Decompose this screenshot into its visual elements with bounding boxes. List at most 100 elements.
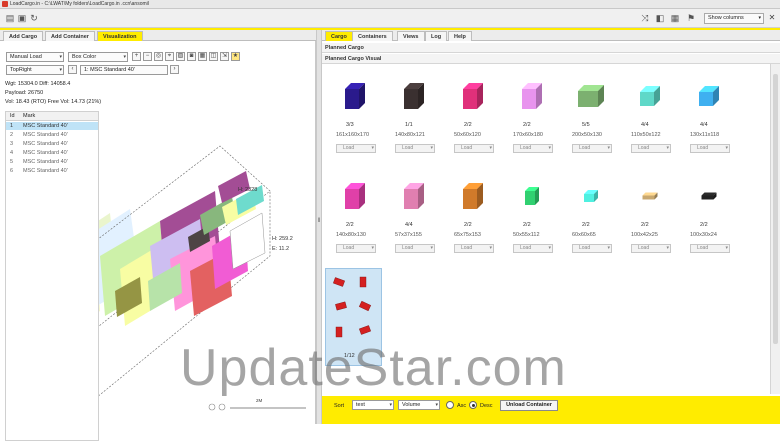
zoom-fit-icon[interactable]: ◎ <box>154 52 163 61</box>
asc-radio[interactable] <box>446 401 454 409</box>
cargo-box-yellow-top <box>222 191 256 225</box>
cargo-box-icon <box>404 83 424 109</box>
tab-views[interactable]: Views <box>397 31 425 41</box>
cargo-card[interactable]: 5/5 200x50x130 Load ▾ <box>562 74 620 174</box>
table-row[interactable]: 5 MSC Standard 40' <box>6 158 98 166</box>
chevron-down-icon: ▾ <box>725 245 728 251</box>
cargo-card[interactable]: 2/2 170x60x180 Load ▾ <box>503 74 561 174</box>
cargo-load-button[interactable]: Load ▾ <box>454 244 494 253</box>
grid-icon[interactable]: ▦ <box>198 52 207 61</box>
tab-log[interactable]: Log <box>425 31 448 41</box>
cargo-scrollbar[interactable] <box>770 64 780 394</box>
cargo-card[interactable]: 4/4 110x50x122 Load ▾ <box>621 74 679 174</box>
camera-icon[interactable]: ◙ <box>187 52 196 61</box>
tab-visualization[interactable]: Visualization <box>97 31 143 41</box>
cargo-count: 2/2 <box>464 222 472 228</box>
shuffle-icon[interactable]: ⤨ <box>640 13 650 23</box>
cargo-box-icon <box>522 83 542 109</box>
cargo-card[interactable]: 2/2 65x75x153 Load ▾ <box>444 174 502 274</box>
grid-header-id: Id <box>10 113 15 119</box>
tab-containers[interactable]: Containers <box>352 31 393 41</box>
chevron-down-icon: ▾ <box>123 54 126 60</box>
photo-icon[interactable]: ▨ <box>176 52 185 61</box>
cargo-count: 4/4 <box>641 122 649 128</box>
cargo-load-button[interactable]: Load ▾ <box>572 144 612 153</box>
tab-cargo[interactable]: Cargo <box>325 31 353 41</box>
cargo-card[interactable]: 2/2 50x60x120 Load ▾ <box>444 74 502 174</box>
tab-add-container[interactable]: Add Container <box>45 31 95 41</box>
show-columns-dropdown[interactable]: Show columns ▾ <box>704 13 764 24</box>
load-label: Load <box>697 145 709 151</box>
open-folder-icon[interactable]: ▤ <box>5 13 15 23</box>
container-label: 1: MSC Standard 40' <box>84 67 135 73</box>
load-label: Load <box>402 245 414 251</box>
cargo-load-button[interactable]: Load ▾ <box>572 244 612 253</box>
cargo-load-button[interactable]: Load ▾ <box>336 144 376 153</box>
previous-container-icon[interactable]: ‹ <box>68 65 77 74</box>
cargo-load-button[interactable]: Load ▾ <box>513 244 553 253</box>
load-label: Load <box>461 245 473 251</box>
window-close-icon[interactable]: ✕ <box>767 13 777 23</box>
cargo-card[interactable]: 4/4 130x11x118 Load ▾ <box>680 74 738 174</box>
table-row[interactable]: 6 MSC Standard 40' <box>6 167 98 175</box>
cargo-card[interactable]: 1/1 140x80x121 Load ▾ <box>385 74 443 174</box>
box-color-select[interactable]: Box Color ▾ <box>68 52 128 62</box>
viz-slider-knob[interactable] <box>218 403 226 411</box>
pin-icon[interactable]: ⌖ <box>165 52 174 61</box>
cargo-card[interactable]: 2/2 100x30x24 Load ▾ <box>680 174 738 274</box>
desc-radio[interactable] <box>469 401 477 409</box>
cargo-load-button[interactable]: Load ▾ <box>631 144 671 153</box>
cargo-load-button[interactable]: Load ▾ <box>631 244 671 253</box>
load-label: Load <box>638 145 650 151</box>
chevron-down-icon: ▾ <box>607 245 610 251</box>
cargo-card[interactable]: 2/2 140x80x130 Load ▾ <box>326 174 384 274</box>
next-container-icon[interactable]: › <box>170 65 179 74</box>
package-icon[interactable]: ▦ <box>670 13 680 23</box>
flag-icon[interactable]: ⚑ <box>686 13 696 23</box>
cargo-load-button[interactable]: Load ▾ <box>690 244 730 253</box>
tab-help[interactable]: Help <box>448 31 472 41</box>
cargo-box-yellow <box>120 239 175 326</box>
viz-slider-knob[interactable] <box>208 403 216 411</box>
table-row[interactable]: 3 MSC Standard 40' <box>6 140 98 148</box>
chevron-down-icon: ▾ <box>548 245 551 251</box>
cargo-card[interactable]: 2/2 60x60x65 Load ▾ <box>562 174 620 274</box>
manual-load-select[interactable]: Manual Load ▾ <box>6 52 64 62</box>
zoom-in-icon[interactable]: + <box>132 52 141 61</box>
view-select[interactable]: TopRight ▾ <box>6 65 64 75</box>
row-id: 3 <box>10 141 14 147</box>
cargo-load-button[interactable]: Load ▾ <box>336 244 376 253</box>
sort-measure-select[interactable]: Volume ▾ <box>398 400 440 410</box>
cargo-load-button[interactable]: Load ▾ <box>395 244 435 253</box>
container-select[interactable]: 1: MSC Standard 40' <box>80 65 168 75</box>
cargo-card[interactable]: 2/2 50x55x112 Load ▾ <box>503 174 561 274</box>
tab-add-cargo[interactable]: Add Cargo <box>3 31 44 41</box>
red-cargo-piece <box>359 276 367 288</box>
cargo-card[interactable]: 3/3 161x160x170 Load ▾ <box>326 74 384 174</box>
export-icon[interactable]: ⇲ <box>220 52 229 61</box>
save-icon[interactable]: ▣ <box>17 13 27 23</box>
truck-icon[interactable]: ◧ <box>655 13 665 23</box>
cargo-load-button[interactable]: Load ▾ <box>690 144 730 153</box>
zoom-out-icon[interactable]: − <box>143 52 152 61</box>
sort-field-select[interactable]: text ▾ <box>352 400 394 410</box>
split-icon[interactable]: ◫ <box>209 52 218 61</box>
table-row[interactable]: 4 MSC Standard 40' <box>6 149 98 157</box>
refresh-icon[interactable]: ↻ <box>29 13 39 23</box>
cargo-card[interactable]: 2/2 100x42x25 Load ▾ <box>621 174 679 274</box>
red-cargo-piece <box>335 326 343 338</box>
scrollbar-thumb[interactable] <box>773 74 778 344</box>
table-row[interactable]: 2 MSC Standard 40' <box>6 131 98 139</box>
cargo-load-button[interactable]: Load ▾ <box>513 144 553 153</box>
window-titlebar: LoadCargo.in - C:\LWAT\My folders\LoadCa… <box>0 0 780 9</box>
cargo-box-icon <box>345 83 365 109</box>
cargo-load-button[interactable]: Load ▾ <box>454 144 494 153</box>
unload-container-button[interactable]: Unload Container <box>500 400 558 411</box>
cargo-load-button[interactable]: Load ▾ <box>395 144 435 153</box>
table-row[interactable]: 1 MSC Standard 40' <box>6 122 98 130</box>
cargo-box-icon <box>463 183 483 209</box>
cargo-box-teal <box>236 185 264 215</box>
highlight-icon[interactable]: ★ <box>231 52 240 61</box>
cargo-box-olive <box>115 277 142 317</box>
cargo-card[interactable]: 4/4 57x37x155 Load ▾ <box>385 174 443 274</box>
